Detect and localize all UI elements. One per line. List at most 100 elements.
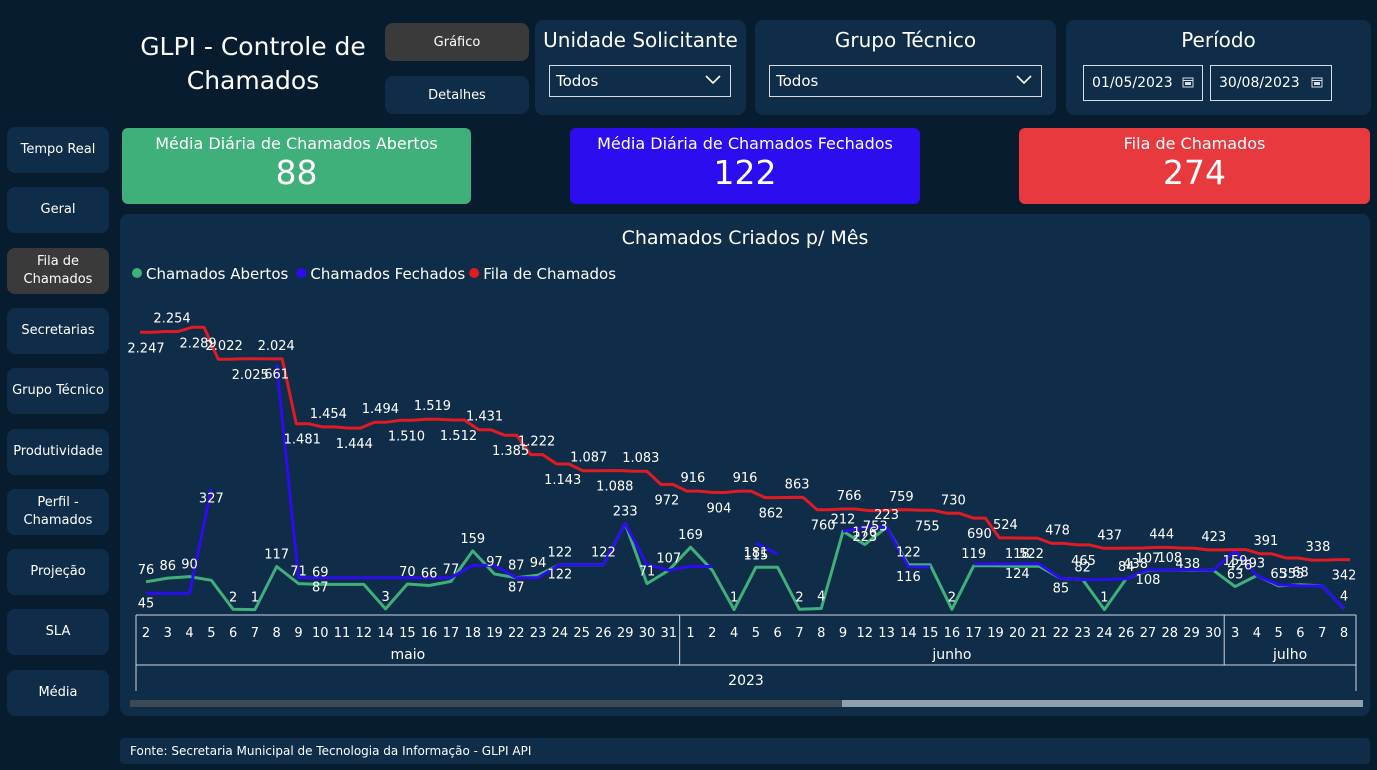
- data-label-fila: 863: [785, 477, 810, 492]
- x-tick-label: 6: [229, 626, 237, 641]
- periodo-filter-label: Período: [1181, 28, 1256, 52]
- sidebar-item-sla[interactable]: SLA: [7, 609, 109, 655]
- x-tick-label: 29: [617, 626, 634, 641]
- x-tick-label: 5: [207, 626, 215, 641]
- grupo-filter-panel: Grupo Técnico Todos: [755, 20, 1056, 115]
- card-label: Média Diária de Chamados Abertos: [155, 134, 438, 153]
- grupo-select[interactable]: Todos: [769, 65, 1042, 97]
- x-tick-label: 16: [944, 626, 961, 641]
- data-label-abertos: 1: [251, 591, 259, 606]
- year-label: 2023: [728, 673, 764, 689]
- sidebar-item-fila-de-chamados[interactable]: Fila de Chamados: [7, 248, 109, 294]
- data-label-abertos: 2: [795, 590, 803, 605]
- sidebar-item-media[interactable]: Média: [7, 670, 109, 716]
- grafico-button[interactable]: Gráfico: [385, 23, 529, 61]
- x-tick-label: 5: [752, 626, 760, 641]
- data-label-abertos: 1: [1100, 591, 1108, 606]
- legend-marker-1: [296, 268, 307, 278]
- x-tick-label: 22: [508, 626, 525, 641]
- x-tick-label: 21: [1031, 626, 1048, 641]
- data-label-abertos: 86: [160, 559, 177, 574]
- series-line-fila: [140, 325, 1350, 562]
- card-value: 274: [1163, 153, 1226, 192]
- data-label-fila: 1.088: [596, 480, 633, 495]
- sidebar-item-perfil-chamados[interactable]: Perfil - Chamados: [7, 489, 109, 535]
- x-tick-label: 5: [1275, 626, 1283, 641]
- data-label-fila: 2.022: [206, 339, 243, 354]
- x-tick-label: 15: [922, 626, 939, 641]
- unidade-select[interactable]: Todos: [549, 65, 731, 97]
- data-label-fila: 1.454: [310, 407, 347, 422]
- data-label-fechados: 108: [1136, 573, 1161, 588]
- x-tick-label: 17: [443, 626, 460, 641]
- x-tick-label: 11: [334, 626, 351, 641]
- x-tick-label: 12: [356, 626, 373, 641]
- data-label-fila: 355: [1279, 567, 1304, 582]
- data-label-abertos: 233: [613, 505, 638, 520]
- data-label-fechados: 327: [199, 492, 224, 507]
- month-label: julho: [1272, 647, 1307, 663]
- unidade-filter-panel: Unidade Solicitante Todos: [535, 20, 746, 115]
- sidebar-item-tempo-real[interactable]: Tempo Real: [7, 127, 109, 173]
- legend-label-2: Fila de Chamados: [483, 265, 616, 283]
- sidebar-item-geral[interactable]: Geral: [7, 187, 109, 233]
- data-label-fila: 2.247: [127, 341, 164, 356]
- x-tick-label: 4: [730, 626, 738, 641]
- x-tick-label: 31: [660, 626, 677, 641]
- data-label-abertos: 1: [730, 591, 738, 606]
- calendar-icon[interactable]: [1311, 76, 1323, 88]
- data-label-fila: 1.494: [362, 402, 399, 417]
- data-label-fila: 916: [733, 471, 758, 486]
- x-tick-label: 1: [686, 626, 694, 641]
- data-label-fila: 1.143: [544, 473, 581, 488]
- data-label-abertos: 2: [229, 590, 237, 605]
- detalhes-button[interactable]: Detalhes: [385, 76, 529, 114]
- data-label-fechados: 116: [896, 570, 921, 585]
- data-label-abertos: 77: [443, 562, 460, 577]
- x-tick-label: 15: [399, 626, 416, 641]
- x-tick-label: 13: [878, 626, 895, 641]
- chart-scrollbar-thumb[interactable]: [130, 700, 842, 707]
- x-tick-label: 4: [185, 626, 193, 641]
- card-value: 122: [713, 153, 777, 192]
- grupo-select-value: Todos: [776, 72, 819, 90]
- data-label-abertos: 70: [399, 565, 416, 580]
- data-label-fila: 690: [967, 527, 992, 542]
- card-label: Fila de Chamados: [1123, 134, 1266, 153]
- data-label-fila: 1.444: [336, 437, 373, 452]
- data-label-fila: 444: [1149, 527, 1174, 542]
- data-label-abertos: 69: [312, 565, 329, 580]
- data-label-fechados: 87: [312, 581, 329, 596]
- data-label-fila: 1.431: [466, 410, 503, 425]
- sidebar-item-produtividade[interactable]: Produtividade: [7, 429, 109, 475]
- data-label-fechados: 124: [1005, 567, 1030, 582]
- start-date-input[interactable]: 01/05/2023: [1083, 65, 1203, 101]
- x-tick-label: 2: [142, 626, 150, 641]
- x-tick-label: 19: [987, 626, 1004, 641]
- data-label-fila: 1.481: [284, 433, 321, 448]
- data-label-fechados: 87: [508, 581, 525, 596]
- unidade-select-value: Todos: [556, 72, 599, 90]
- end-date-value: 30/08/2023: [1219, 75, 1300, 91]
- x-tick-label: 17: [965, 626, 982, 641]
- data-label-fila: 338: [1306, 540, 1331, 555]
- sidebar-item-grupo-tecnico[interactable]: Grupo Técnico: [7, 368, 109, 414]
- x-tick-label: 7: [795, 626, 803, 641]
- x-tick-label: 27: [1140, 626, 1157, 641]
- data-label-fila: 972: [654, 493, 679, 508]
- x-tick-label: 19: [486, 626, 503, 641]
- data-label-fila: 916: [680, 471, 705, 486]
- x-tick-label: 16: [421, 626, 438, 641]
- data-label-fila: 862: [759, 507, 784, 522]
- sidebar-item-secretarias[interactable]: Secretarias: [7, 308, 109, 354]
- x-tick-label: 24: [552, 626, 569, 641]
- x-tick-label: 6: [774, 626, 782, 641]
- x-tick-label: 23: [1074, 626, 1091, 641]
- x-tick-label: 9: [839, 626, 847, 641]
- x-tick-label: 3: [1231, 626, 1239, 641]
- calendar-icon[interactable]: [1182, 76, 1194, 88]
- data-label-fila: 524: [993, 518, 1018, 533]
- data-label-abertos: 90: [181, 558, 198, 573]
- sidebar-item-projecao[interactable]: Projeção: [7, 549, 109, 595]
- end-date-input[interactable]: 30/08/2023: [1210, 65, 1332, 101]
